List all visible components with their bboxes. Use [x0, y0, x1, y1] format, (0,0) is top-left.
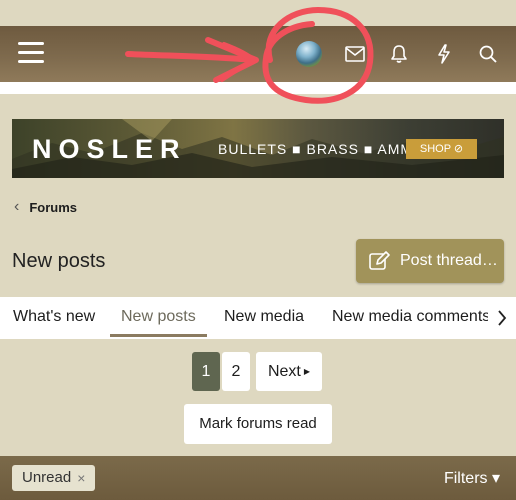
search-icon[interactable]: [474, 40, 502, 68]
tab-new-posts[interactable]: New posts: [110, 297, 207, 339]
shop-button[interactable]: SHOP ⊘: [406, 139, 477, 159]
filters-dropdown-button[interactable]: Filters ▾: [444, 468, 500, 488]
next-page-button[interactable]: Next ▶: [256, 352, 322, 391]
header-spacer: [0, 82, 516, 94]
nosler-logo: NOSLER: [32, 134, 187, 164]
mark-forums-read-button[interactable]: Mark forums read: [184, 404, 332, 444]
page-title: New posts: [12, 250, 106, 272]
top-navigation-bar: [0, 26, 516, 90]
whats-new-tabs: What's new New posts New media New media…: [0, 297, 516, 339]
pencil-icon: [369, 251, 390, 270]
avatar: [296, 41, 322, 67]
tabs-scroll-right-icon[interactable]: [488, 297, 516, 339]
tab-new-media[interactable]: New media: [224, 297, 304, 339]
post-thread-button[interactable]: Post thread…: [356, 239, 504, 283]
tab-new-media-comments[interactable]: New media comments: [332, 297, 490, 339]
caret-right-icon: ▶: [303, 367, 311, 377]
bell-icon[interactable]: [385, 40, 413, 68]
chevron-left-icon: ‹: [14, 198, 20, 215]
tab-whats-new[interactable]: What's new: [13, 297, 95, 339]
unread-label: Unread: [22, 469, 72, 486]
envelope-icon[interactable]: [341, 40, 369, 68]
filter-bar: Unread × Filters ▾: [0, 456, 516, 500]
lightning-icon[interactable]: [430, 40, 458, 68]
close-icon[interactable]: ×: [77, 465, 85, 491]
post-thread-label: Post thread…: [400, 252, 498, 269]
user-avatar[interactable]: [295, 40, 323, 68]
hamburger-menu-icon[interactable]: [18, 42, 44, 64]
breadcrumb[interactable]: ‹ Forums: [14, 198, 77, 216]
nosler-ad-banner[interactable]: NOSLER BULLETS ■ BRASS ■ AMMO SHOP ⊘: [12, 119, 504, 178]
page-2-button[interactable]: 2: [222, 352, 250, 391]
unread-filter-chip[interactable]: Unread ×: [12, 465, 96, 491]
next-label: Next: [267, 363, 301, 380]
banner-tagline: BULLETS ■ BRASS ■ AMMO: [218, 141, 425, 157]
breadcrumb-forums-link[interactable]: Forums: [29, 200, 77, 215]
page-1-button[interactable]: 1: [192, 352, 220, 391]
